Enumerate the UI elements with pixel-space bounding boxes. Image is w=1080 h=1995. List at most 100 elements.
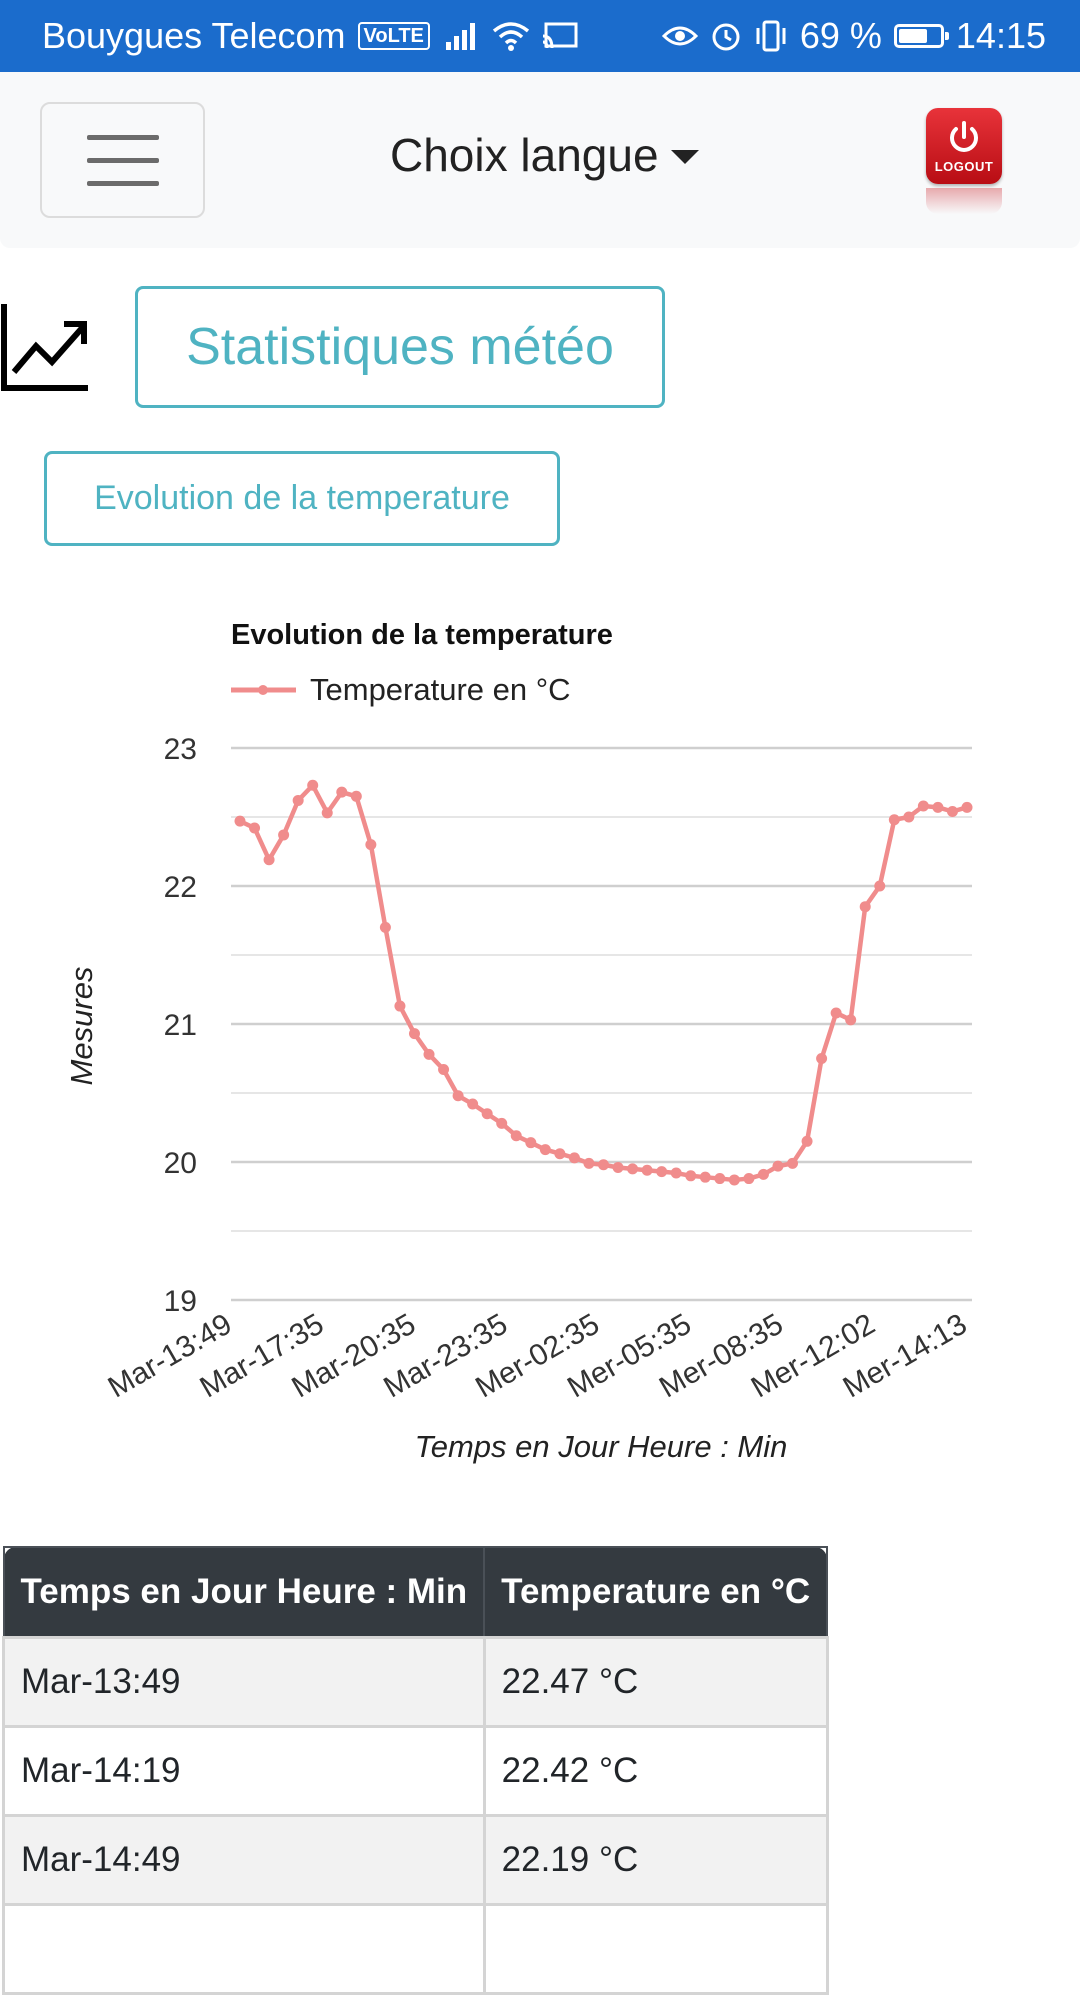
- data-point: [467, 1098, 479, 1110]
- data-point: [263, 854, 275, 866]
- data-point: [408, 1028, 420, 1040]
- menu-toggle-button[interactable]: [40, 102, 205, 218]
- table-header-temperature: Temperature en °C: [483, 1546, 829, 1639]
- chart-legend: Temperature en °C: [231, 672, 571, 707]
- data-point: [438, 1064, 450, 1076]
- table-row: Mar-13:49 22.47 °C: [2, 1636, 829, 1728]
- data-point: [903, 811, 915, 823]
- vibrate-icon: [754, 20, 788, 52]
- navbar: Choix langue LOGOUT: [0, 72, 1080, 248]
- battery-icon: [893, 24, 949, 48]
- language-dropdown[interactable]: Choix langue: [390, 128, 699, 182]
- data-point: [452, 1090, 464, 1102]
- data-point: [801, 1135, 813, 1147]
- temperature-table: Temps en Jour Heure : Min Temperature en…: [2, 1546, 829, 1995]
- logout-label: LOGOUT: [934, 158, 994, 174]
- data-point: [888, 814, 900, 826]
- data-point: [496, 1117, 508, 1129]
- chart-series: [234, 779, 973, 1186]
- data-point: [292, 794, 304, 806]
- temperature-chart: Evolution de la temperature Temperature …: [64, 619, 973, 1464]
- data-point: [787, 1157, 799, 1169]
- data-point: [874, 880, 886, 892]
- data-point: [699, 1171, 711, 1183]
- data-point: [656, 1166, 668, 1178]
- table-cell-time: Mar-13:49: [2, 1636, 486, 1728]
- data-point: [321, 807, 333, 819]
- data-point: [917, 800, 929, 812]
- table-cell-time: Mar-14:19: [2, 1725, 486, 1817]
- temperature-evolution-button[interactable]: Evolution de la temperature: [44, 451, 560, 546]
- chart-grid: [231, 746, 972, 1302]
- alarm-icon: [710, 20, 742, 52]
- battery-percent: 69 %: [799, 15, 882, 56]
- y-axis-label: Mesures: [64, 967, 99, 1086]
- data-point: [641, 1164, 653, 1176]
- data-point: [627, 1163, 639, 1175]
- cast-icon: [542, 22, 578, 50]
- data-point: [932, 801, 944, 813]
- data-point: [670, 1167, 682, 1179]
- data-point: [554, 1148, 566, 1160]
- data-point: [757, 1168, 769, 1180]
- line-chart-icon: [0, 300, 92, 392]
- data-point: [510, 1130, 522, 1142]
- table-row: [2, 1903, 829, 1995]
- data-point: [859, 901, 871, 913]
- status-bar: Bouygues Telecom VoLTE 69 % 14:15: [0, 0, 1080, 72]
- weather-stats-title-button[interactable]: Statistiques météo: [135, 286, 665, 408]
- y-axis-ticks: 19 20 21 22 23: [164, 733, 197, 1318]
- table-cell-temperature: 22.19 °C: [482, 1814, 829, 1906]
- logout-reflection: [926, 188, 1002, 214]
- data-point: [525, 1137, 537, 1149]
- data-point: [598, 1159, 609, 1171]
- data-point: [278, 829, 290, 841]
- language-label: Choix langue: [390, 129, 659, 181]
- data-point: [612, 1162, 624, 1174]
- data-point: [234, 815, 246, 827]
- data-point: [946, 805, 958, 817]
- data-point: [961, 801, 973, 813]
- data-point: [307, 779, 319, 791]
- table-row: Mar-14:49 22.19 °C: [2, 1814, 829, 1906]
- data-point: [728, 1174, 740, 1186]
- table-header-row: Temps en Jour Heure : Min Temperature en…: [2, 1546, 829, 1639]
- chart-title: Evolution de la temperature: [231, 619, 613, 651]
- caret-down-icon: [670, 150, 699, 164]
- data-point: [423, 1048, 435, 1060]
- data-point: [845, 1014, 857, 1026]
- eye-icon: [661, 23, 698, 49]
- signal-icon: [445, 22, 480, 50]
- data-point: [816, 1053, 828, 1064]
- data-point: [830, 1007, 842, 1019]
- volte-badge: VoLTE: [357, 22, 430, 50]
- data-point: [394, 1000, 406, 1012]
- legend-label: Temperature en °C: [310, 672, 571, 707]
- data-point: [336, 786, 348, 798]
- data-point: [772, 1160, 784, 1172]
- x-axis-ticks: Mar-13:49Mar-17:35Mar-20:35Mar-23:35Mer-…: [103, 1307, 973, 1404]
- data-point: [539, 1144, 551, 1156]
- table-cell-temperature: 22.47 °C: [482, 1636, 829, 1728]
- data-point: [583, 1157, 595, 1169]
- data-point: [249, 822, 261, 834]
- power-icon: [950, 120, 978, 152]
- data-point: [350, 790, 362, 802]
- y-tick-label: 20: [164, 1147, 197, 1180]
- series-line: [237, 783, 970, 1183]
- data-point: [481, 1108, 493, 1120]
- y-tick-label: 23: [164, 733, 197, 766]
- logout-button[interactable]: LOGOUT: [926, 108, 1002, 184]
- data-point: [685, 1170, 697, 1182]
- data-point: [743, 1173, 755, 1185]
- table-cell-time: Mar-14:49: [2, 1814, 486, 1906]
- y-tick-label: 19: [164, 1285, 197, 1318]
- x-axis-label: Temps en Jour Heure : Min: [415, 1429, 788, 1464]
- y-tick-label: 22: [164, 871, 197, 904]
- data-point: [714, 1173, 726, 1185]
- data-point: [365, 839, 377, 851]
- table-header-time: Temps en Jour Heure : Min: [2, 1546, 486, 1639]
- y-tick-label: 21: [164, 1009, 197, 1042]
- data-point: [568, 1152, 580, 1164]
- table-row: Mar-14:19 22.42 °C: [2, 1725, 829, 1817]
